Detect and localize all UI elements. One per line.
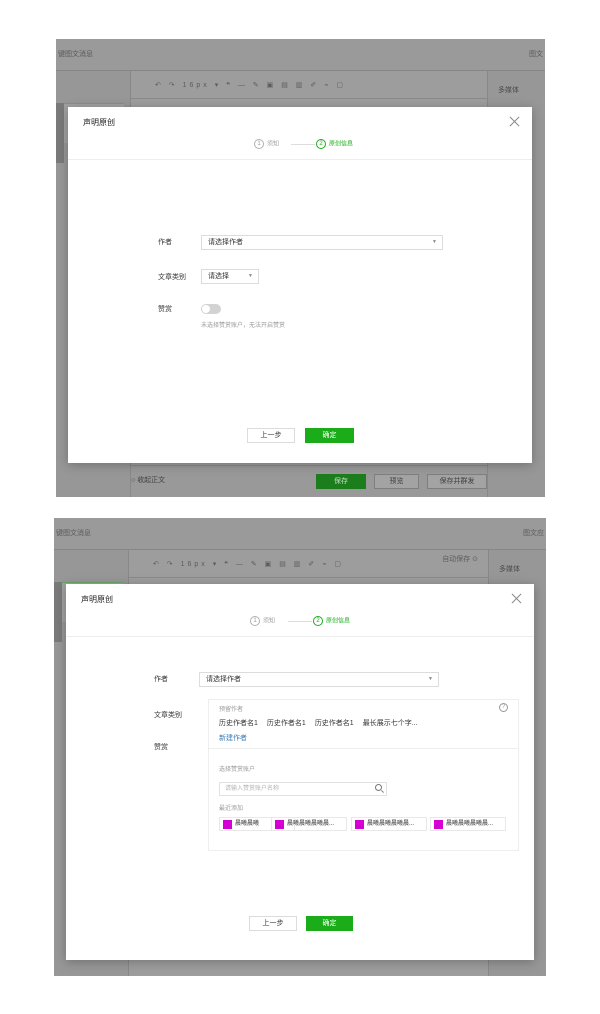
step-connector bbox=[291, 144, 315, 145]
step-connector bbox=[288, 621, 312, 622]
editor-toolbar: ↶ ↷ 16px ▾ ❝ — ✎ ▣ ▤ ▥ ✐ ⌁ ▢ 自动保存 ⊙ bbox=[129, 550, 488, 578]
original-declaration-dialog: 声明原创 1 须知 2 原创信息 作者 请选择作者 ▼ 文章类别 赞赏 预留作者 ?… bbox=[66, 584, 534, 960]
history-author-list: 历史作者名1 历史作者名1 历史作者名1 最长展示七个字... bbox=[219, 718, 427, 728]
reward-account-option[interactable]: 晨曦晨曦晨曦晨... bbox=[351, 817, 427, 831]
close-icon[interactable] bbox=[511, 593, 522, 604]
step-notice: 1 须知 bbox=[254, 139, 279, 150]
step-number: 1 bbox=[254, 139, 264, 149]
divider bbox=[68, 159, 532, 160]
reserved-authors-heading: 预留作者 bbox=[219, 707, 244, 713]
toolbar-icons[interactable]: ↶ ↷ 16px ▾ ❝ — ✎ ▣ ▤ ▥ ✐ ⌁ ▢ bbox=[155, 81, 346, 89]
editor-top-bar: 键图文消息 图文应 bbox=[54, 518, 546, 550]
step-number: 1 bbox=[250, 616, 260, 626]
save-and-send-button[interactable]: 保存并群发 bbox=[427, 474, 487, 489]
step-label: 原创信息 bbox=[326, 618, 351, 625]
step-number: 2 bbox=[316, 139, 326, 149]
chevron-down-icon: ▼ bbox=[428, 676, 433, 682]
editor-bottom-bar: ○ 收起正文 保存 预览 保存并群发 bbox=[131, 465, 487, 497]
font-size-select[interactable]: 16px bbox=[181, 561, 208, 568]
reward-account-option[interactable]: 晨曦晨曦晨曦晨... bbox=[430, 817, 506, 831]
account-name: 晨曦晨曦晨曦晨... bbox=[446, 821, 494, 827]
preview-button[interactable]: 预览 bbox=[374, 474, 419, 489]
right-title: 图文应 bbox=[523, 530, 544, 537]
new-author-link[interactable]: 新建作者 bbox=[219, 733, 247, 743]
category-select[interactable]: 请选择 ▼ bbox=[201, 269, 259, 284]
author-label: 作者 bbox=[154, 676, 168, 683]
chevron-down-icon: ▼ bbox=[248, 273, 253, 279]
collapse-body-label: 收起正文 bbox=[137, 477, 166, 484]
step-notice: 1 须知 bbox=[250, 616, 275, 627]
divider bbox=[209, 748, 518, 749]
step-indicator: 1 须知 2 原创信息 bbox=[66, 616, 534, 636]
category-label: 文章类别 bbox=[158, 274, 186, 281]
avatar bbox=[223, 820, 232, 829]
avatar bbox=[275, 820, 284, 829]
dialog-title: 声明原创 bbox=[81, 595, 113, 604]
editor-toolbar: ↶ ↷ 16px ▾ ❝ — ✎ ▣ ▤ ▥ ✐ ⌁ ▢ bbox=[131, 71, 487, 99]
prev-step-button[interactable]: 上一步 bbox=[247, 428, 295, 443]
search-placeholder: 请输入赞赏账户名称 bbox=[225, 786, 280, 792]
reward-label: 赞赏 bbox=[158, 306, 172, 313]
reward-toggle[interactable] bbox=[201, 304, 221, 314]
help-icon[interactable]: ? bbox=[499, 703, 508, 712]
history-author-option[interactable]: 最长展示七个字... bbox=[363, 720, 418, 727]
font-size-select[interactable]: 16px bbox=[183, 82, 210, 89]
avatar bbox=[434, 820, 443, 829]
article-thumb bbox=[54, 582, 62, 642]
account-name: 晨曦晨曦晨曦晨... bbox=[367, 821, 415, 827]
editor-title: 键图文消息 bbox=[56, 530, 91, 537]
avatar bbox=[355, 820, 364, 829]
multimedia-title: 多媒体 bbox=[498, 87, 519, 94]
close-icon[interactable] bbox=[509, 116, 520, 127]
history-author-option[interactable]: 历史作者名1 bbox=[315, 720, 354, 727]
chevron-down-icon: ▼ bbox=[432, 239, 437, 245]
author-select-value: 请选择作者 bbox=[208, 239, 243, 246]
author-dropdown-panel: 预留作者 ? 历史作者名1 历史作者名1 历史作者名1 最长展示七个字... 新建作者… bbox=[208, 699, 519, 851]
history-author-option[interactable]: 历史作者名1 bbox=[219, 720, 258, 727]
reward-hint: 未选择赞赏账户，无法开启赞赏 bbox=[201, 323, 286, 329]
divider bbox=[66, 636, 534, 637]
confirm-button[interactable]: 确定 bbox=[305, 428, 354, 443]
multimedia-title: 多媒体 bbox=[499, 566, 520, 573]
account-name: 晨曦晨曦晨曦晨... bbox=[287, 821, 335, 827]
step-label: 原创信息 bbox=[329, 141, 354, 148]
recent-added-heading: 最近添加 bbox=[219, 806, 244, 812]
reward-label: 赞赏 bbox=[154, 744, 168, 751]
reward-account-search-input[interactable]: 请输入赞赏账户名称 bbox=[219, 782, 387, 796]
step-label: 须知 bbox=[263, 618, 276, 625]
step-original-info: 2 原创信息 bbox=[316, 139, 353, 150]
editor-title: 键图文消息 bbox=[58, 51, 93, 58]
category-select-value: 请选择 bbox=[208, 273, 229, 280]
author-select[interactable]: 请选择作者 ▼ bbox=[199, 672, 439, 687]
toolbar-icons[interactable]: ↶ ↷ 16px ▾ ❝ — ✎ ▣ ▤ ▥ ✐ ⌁ ▢ bbox=[153, 560, 344, 568]
author-label: 作者 bbox=[158, 239, 172, 246]
step-original-info: 2 原创信息 bbox=[313, 616, 350, 627]
search-icon[interactable] bbox=[375, 784, 382, 791]
account-name: 晨曦晨曦 bbox=[235, 821, 260, 827]
article-thumb bbox=[56, 103, 64, 163]
category-label: 文章类别 bbox=[154, 712, 182, 719]
history-author-option[interactable]: 历史作者名1 bbox=[267, 720, 306, 727]
screenshot-step2-dropdown: 键图文消息 图文应 ↶ ↷ 16px ▾ ❝ — ✎ ▣ ▤ ▥ ✐ ⌁ ▢ 自… bbox=[54, 518, 546, 976]
confirm-button[interactable]: 确定 bbox=[306, 916, 353, 931]
reward-account-heading: 选择赞赏账户 bbox=[219, 767, 256, 773]
original-declaration-dialog: 声明原创 1 须知 2 原创信息 作者 请选择作者 ▼ 文章类别 请选择 ▼ 赞赏 … bbox=[68, 107, 532, 463]
editor-top-bar: 键图文消息 图文 bbox=[56, 39, 545, 71]
autosave-indicator: 自动保存 ⊙ bbox=[442, 556, 478, 563]
right-title: 图文 bbox=[529, 51, 543, 58]
collapse-body-toggle[interactable]: ○ 收起正文 bbox=[131, 475, 165, 485]
author-select-value: 请选择作者 bbox=[206, 676, 241, 683]
author-select[interactable]: 请选择作者 ▼ bbox=[201, 235, 443, 250]
step-label: 须知 bbox=[267, 141, 280, 148]
dialog-title: 声明原创 bbox=[83, 118, 115, 127]
prev-step-button[interactable]: 上一步 bbox=[249, 916, 297, 931]
step-indicator: 1 须知 2 原创信息 bbox=[68, 139, 532, 159]
step-number: 2 bbox=[313, 616, 323, 626]
reward-account-option[interactable]: 晨曦晨曦晨曦晨... bbox=[271, 817, 347, 831]
screenshot-step2-basic: 键图文消息 图文 ↶ ↷ 16px ▾ ❝ — ✎ ▣ ▤ ▥ ✐ ⌁ ▢ 多媒… bbox=[56, 39, 545, 497]
autosave-label: 自动保存 bbox=[442, 556, 471, 563]
save-button[interactable]: 保存 bbox=[316, 474, 366, 489]
